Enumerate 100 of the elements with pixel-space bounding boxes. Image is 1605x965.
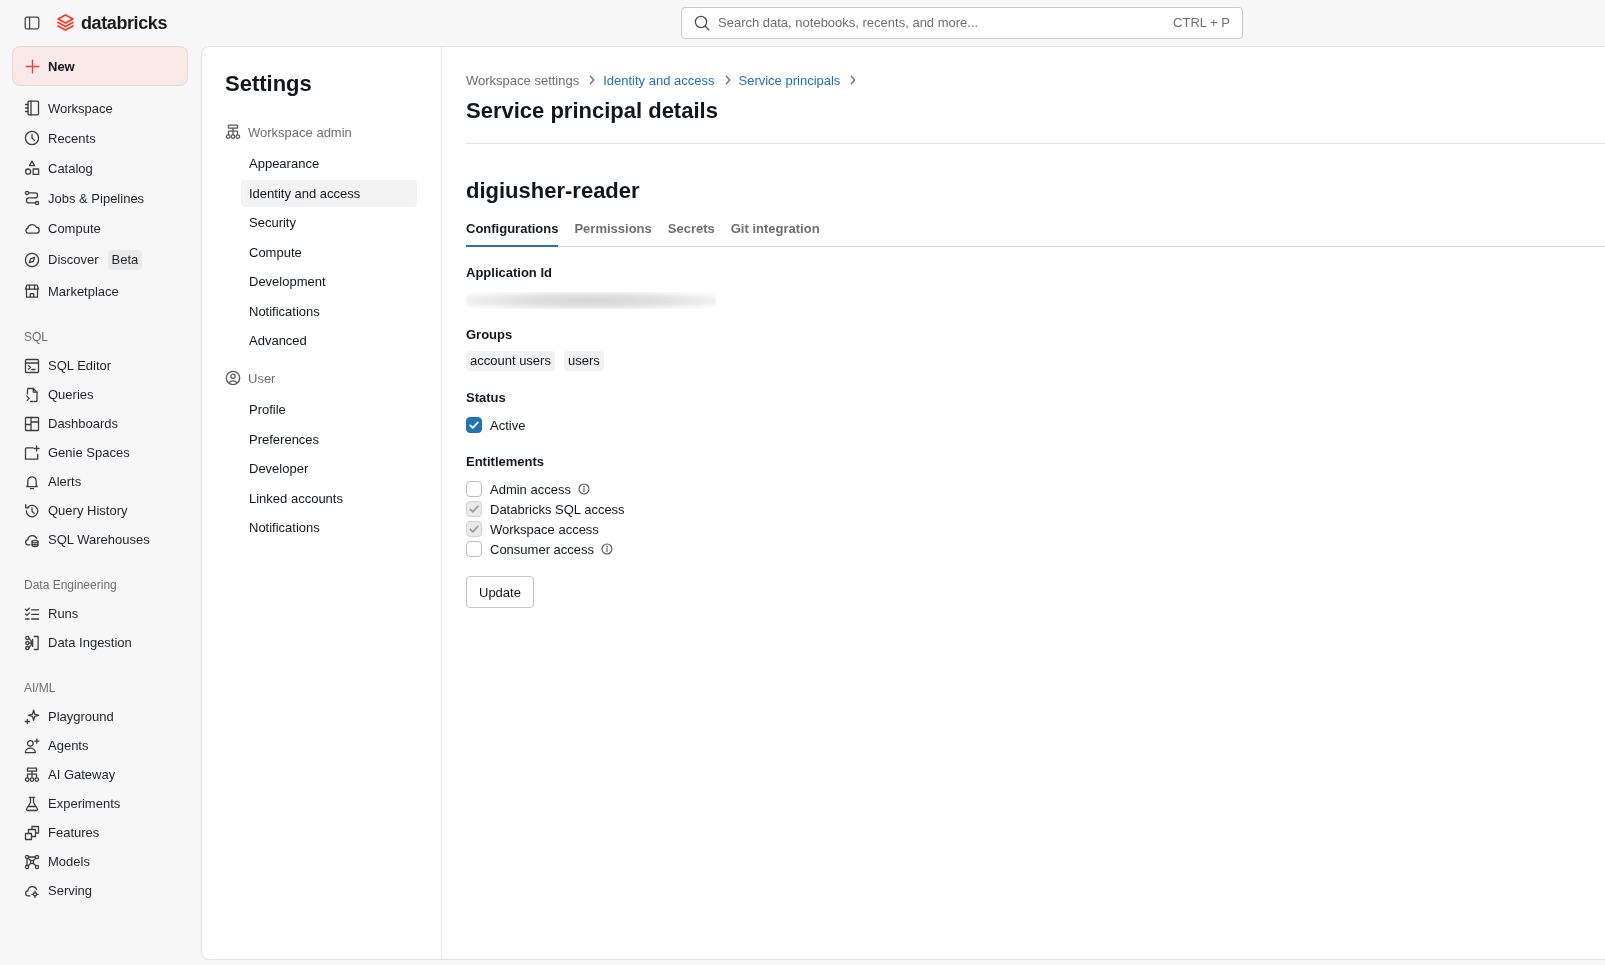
bell-icon (24, 473, 40, 490)
chevron-right-icon (850, 75, 857, 85)
compass-icon (24, 251, 40, 268)
stacked-squares-icon (24, 824, 40, 841)
tab[interactable]: Configurations (466, 210, 559, 247)
nav-item[interactable]: SQL Warehouses (12, 525, 188, 554)
settings-nav-item[interactable]: Profile (241, 396, 417, 424)
sparkle-frame-icon (24, 444, 40, 461)
tab[interactable]: Permissions (574, 210, 652, 247)
layout-grid-icon (24, 415, 40, 432)
group-chip: account users (466, 351, 555, 371)
field-label: Entitlements (466, 453, 545, 471)
nav-item[interactable]: Runs (12, 599, 188, 628)
shortcut-hint: CTRL + P (1173, 13, 1230, 32)
group-heading: Workspace admin (248, 124, 352, 140)
hierarchy-icon (24, 766, 40, 783)
checkbox[interactable] (466, 417, 482, 433)
group-chip: users (563, 351, 604, 371)
tab[interactable]: Git integration (730, 210, 820, 247)
sparkles-icon (24, 708, 40, 725)
search-icon (694, 14, 710, 31)
checkbox-label: Consumer access (490, 541, 595, 557)
nav-item[interactable]: Alerts (12, 467, 188, 496)
network-icon (24, 853, 40, 870)
checkbox-label: Active (490, 417, 526, 433)
nav-item[interactable]: Serving (12, 876, 188, 905)
nav-item[interactable]: Dashboards (12, 409, 188, 438)
nav-item[interactable]: Data Ingestion (12, 628, 188, 657)
logo-icon (57, 14, 74, 31)
clock-icon (24, 130, 40, 146)
tab[interactable]: Secrets (667, 210, 715, 247)
check-icon (469, 505, 479, 513)
checkbox-label: Admin access (490, 481, 571, 497)
user-sparkle-icon (24, 737, 40, 754)
checkbox[interactable] (466, 541, 482, 557)
settings-nav-item[interactable]: Linked accounts (241, 484, 417, 512)
checklist-icon (24, 605, 40, 622)
flask-icon (24, 795, 40, 812)
settings-title: Settings (225, 70, 313, 98)
settings-nav-item[interactable]: Developer (241, 455, 417, 483)
nav-item[interactable]: SQL Editor (12, 351, 188, 380)
settings-nav-item[interactable]: Notifications (241, 514, 417, 542)
nodes-icon (24, 634, 40, 651)
settings-nav-item[interactable]: Appearance (241, 150, 417, 178)
update-button[interactable]: Update (466, 576, 534, 608)
nav-item[interactable]: Recents (12, 123, 188, 153)
sidebar-icon[interactable] (24, 14, 40, 31)
feature-badge: Beta (107, 249, 143, 270)
history-icon (24, 502, 40, 519)
chevron-right-icon (724, 75, 731, 85)
nav-item[interactable]: Query History (12, 496, 188, 525)
nav-item[interactable]: Workspace (12, 93, 188, 123)
workflow-icon (24, 190, 40, 206)
settings-nav-item[interactable]: Security (241, 209, 417, 237)
nav-item[interactable]: Queries (12, 380, 188, 409)
field-label: Status (466, 389, 507, 407)
notebook-icon (24, 100, 40, 116)
nav-item[interactable]: Features (12, 818, 188, 847)
section-heading: SQL (23, 328, 49, 346)
breadcrumb-link[interactable]: Identity and access (603, 72, 715, 88)
chevron-right-icon (589, 75, 596, 85)
store-icon (24, 283, 40, 299)
nav-item[interactable]: Experiments (12, 789, 188, 818)
brand-name: databricks (81, 11, 168, 35)
checkbox-label: Workspace access (490, 521, 599, 537)
group-heading: User (248, 370, 276, 386)
principal-name: digiusher-reader (466, 177, 641, 205)
code-file-icon (24, 386, 40, 403)
field-label: Groups (466, 326, 514, 344)
field-label: Application Id (466, 264, 553, 282)
nav-item[interactable]: Agents (12, 731, 188, 760)
settings-nav-item[interactable]: Identity and access (241, 179, 417, 207)
nav-item[interactable]: Genie Spaces (12, 438, 188, 467)
checkbox-label: Databricks SQL access (490, 501, 625, 517)
check-icon (469, 421, 479, 429)
settings-nav-item[interactable]: Preferences (241, 425, 417, 453)
nav-item[interactable]: Marketplace (12, 276, 188, 306)
nav-item[interactable]: AI Gateway (12, 760, 188, 789)
nav-item[interactable]: Models (12, 847, 188, 876)
section-heading: AI/ML (23, 679, 57, 697)
settings-nav-item[interactable]: Notifications (241, 297, 417, 325)
nav-item[interactable]: Playground (12, 702, 188, 731)
page-title: Service principal details (466, 97, 719, 125)
plus-icon (25, 58, 40, 74)
settings-nav-item[interactable]: Advanced (241, 327, 417, 355)
terminal-window-icon (24, 357, 40, 374)
nav-item[interactable]: Catalog (12, 153, 188, 183)
settings-nav-item[interactable]: Compute (241, 238, 417, 266)
check-icon (469, 525, 479, 533)
breadcrumb-link[interactable]: Service principals (738, 72, 841, 88)
nav-item[interactable]: Discover Beta (12, 243, 188, 276)
breadcrumb-text: Workspace settings (466, 72, 580, 88)
nav-item[interactable]: Jobs & Pipelines (12, 183, 188, 213)
user-circle-icon (225, 370, 241, 386)
checkbox[interactable] (466, 481, 482, 497)
hierarchy-icon (225, 124, 241, 140)
settings-nav-item[interactable]: Development (241, 268, 417, 296)
shapes-icon (24, 160, 40, 176)
new-button[interactable]: New (12, 46, 188, 86)
nav-item[interactable]: Compute (12, 213, 188, 243)
